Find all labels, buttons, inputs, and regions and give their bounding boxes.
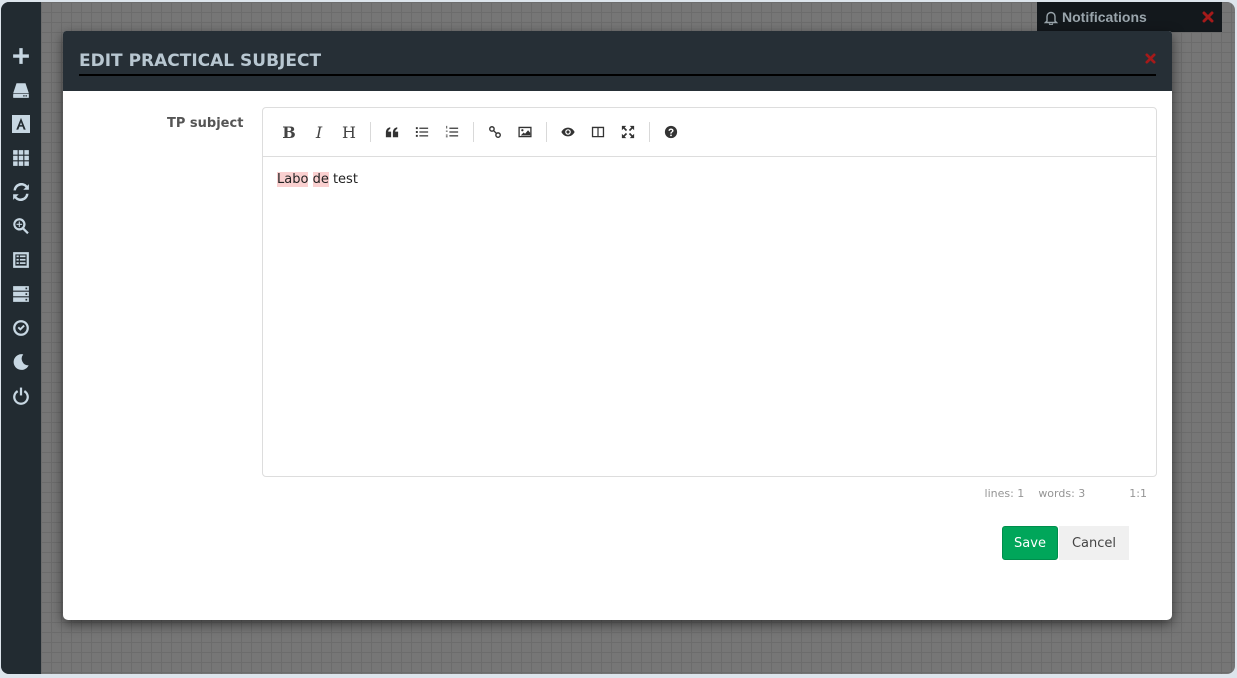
sidebar-item-refresh[interactable] xyxy=(1,175,41,209)
modal-close-button[interactable] xyxy=(1145,51,1156,64)
ordered-list-button[interactable] xyxy=(437,117,467,147)
side-by-side-button[interactable] xyxy=(583,117,613,147)
toolbar-separator xyxy=(649,122,650,142)
sidebar-item-validate[interactable] xyxy=(1,311,41,345)
expand-icon xyxy=(621,125,635,139)
fullscreen-button[interactable] xyxy=(613,117,643,147)
heading-button[interactable]: H xyxy=(334,117,364,147)
moon-icon xyxy=(13,354,29,370)
close-icon xyxy=(1145,53,1156,64)
server-icon xyxy=(13,286,29,302)
sidebar-item-dark-mode[interactable] xyxy=(1,345,41,379)
bell-icon xyxy=(1043,10,1059,26)
editor-textarea[interactable]: Labo de test xyxy=(263,157,1156,202)
modal-header: EDIT PRACTICAL SUBJECT xyxy=(63,31,1172,91)
power-icon xyxy=(13,387,29,405)
sidebar-item-logout[interactable] xyxy=(1,379,41,413)
italic-button[interactable]: I xyxy=(304,117,334,147)
editor-toolbar: B I H xyxy=(263,108,1156,157)
sidebar xyxy=(1,2,41,674)
save-button[interactable]: Save xyxy=(1002,526,1058,560)
link-icon xyxy=(489,126,501,138)
sidebar-item-servers[interactable] xyxy=(1,277,41,311)
plus-icon xyxy=(13,48,29,64)
check-circle-icon xyxy=(13,320,29,336)
columns-icon xyxy=(591,126,605,138)
misspelled-word: de xyxy=(312,172,329,187)
notifications-label: Notifications xyxy=(1062,9,1147,25)
tp-subject-label: TP subject xyxy=(167,116,244,131)
grid-icon xyxy=(13,150,29,166)
list-icon xyxy=(13,252,29,268)
toolbar-separator xyxy=(370,122,371,142)
quote-icon xyxy=(385,127,399,138)
notifications-bar[interactable]: Notifications xyxy=(1037,2,1222,32)
font-icon xyxy=(12,115,30,133)
cancel-button[interactable]: Cancel xyxy=(1059,526,1129,560)
sidebar-item-grid[interactable] xyxy=(1,141,41,175)
italic-icon: I xyxy=(315,122,323,142)
heading-icon: H xyxy=(342,122,356,142)
unordered-list-button[interactable] xyxy=(407,117,437,147)
preview-button[interactable] xyxy=(553,117,583,147)
refresh-icon xyxy=(13,183,29,201)
unordered-list-icon xyxy=(415,127,429,137)
lines-count: lines: 1 xyxy=(984,487,1025,500)
bold-icon: B xyxy=(282,122,296,142)
sidebar-item-search[interactable] xyxy=(1,209,41,243)
link-button[interactable] xyxy=(480,117,510,147)
hard-drive-icon xyxy=(13,83,29,98)
words-count: words: 3 xyxy=(1038,487,1086,500)
quote-button[interactable] xyxy=(377,117,407,147)
modal-title: EDIT PRACTICAL SUBJECT xyxy=(79,51,322,71)
edit-modal: EDIT PRACTICAL SUBJECT TP subject B I H xyxy=(63,31,1172,620)
guide-button[interactable] xyxy=(656,117,686,147)
editor-statusbar: lines: 1 words: 3 1:1 xyxy=(971,487,1147,500)
eye-icon xyxy=(561,127,575,137)
title-underline xyxy=(79,74,1156,76)
zoom-in-icon xyxy=(13,218,29,235)
misspelled-word: Labo xyxy=(277,172,309,187)
toolbar-separator xyxy=(473,122,474,142)
editor-word: test xyxy=(332,172,358,187)
sidebar-item-add[interactable] xyxy=(1,39,41,73)
sidebar-item-text[interactable] xyxy=(1,107,41,141)
close-icon[interactable] xyxy=(1202,10,1214,23)
bold-button[interactable]: B xyxy=(274,117,304,147)
sidebar-item-storage[interactable] xyxy=(1,73,41,107)
cursor-position: 1:1 xyxy=(1129,487,1147,500)
toolbar-separator xyxy=(546,122,547,142)
ordered-list-icon xyxy=(445,125,459,138)
sidebar-item-list[interactable] xyxy=(1,243,41,277)
question-circle-icon xyxy=(664,125,678,139)
image-button[interactable] xyxy=(510,117,540,147)
markdown-editor: B I H Labo de test xyxy=(262,107,1157,477)
image-icon xyxy=(518,126,532,138)
